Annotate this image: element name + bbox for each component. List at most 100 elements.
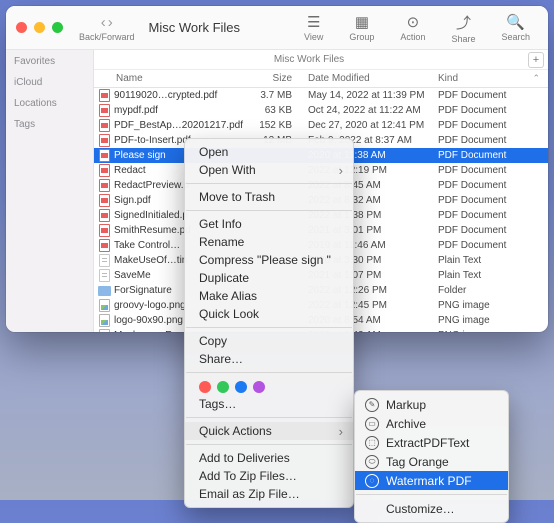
minimize-icon[interactable] <box>34 22 45 33</box>
group-button[interactable]: ▦ Group <box>341 13 382 42</box>
gear-icon: ⊙ <box>407 13 420 31</box>
file-kind: PDF Document <box>432 180 548 191</box>
col-name[interactable]: Name <box>94 73 248 84</box>
file-kind: PNG image <box>432 300 548 311</box>
menu-copy[interactable]: Copy <box>185 332 353 350</box>
file-kind: PDF Document <box>432 150 548 161</box>
context-menu: Open Open With Move to Trash Get Info Re… <box>184 138 354 508</box>
menu-quick-actions[interactable]: Quick Actions <box>185 422 353 440</box>
file-icon <box>94 149 114 162</box>
col-date[interactable]: Date Modified <box>300 73 432 84</box>
tag-blue-icon[interactable] <box>235 381 247 393</box>
qa-watermark[interactable]: ◌ Watermark PDF <box>355 471 508 490</box>
tag-red-icon[interactable] <box>199 381 211 393</box>
file-kind: Plain Text <box>432 270 548 281</box>
menu-get-info[interactable]: Get Info <box>185 215 353 233</box>
file-size: 152 KB <box>248 120 300 131</box>
sidebar-heading-favorites[interactable]: Favorites <box>14 56 85 67</box>
tag-green-icon[interactable] <box>217 381 229 393</box>
sidebar: Favorites iCloud Locations Tags <box>6 50 94 332</box>
file-icon <box>94 314 114 327</box>
file-kind: PNG image <box>432 330 548 332</box>
file-kind: PNG image <box>432 315 548 326</box>
traffic-lights <box>16 22 69 33</box>
file-icon <box>94 269 114 282</box>
view-button[interactable]: ☰ View <box>296 13 331 42</box>
file-name: 90119020…crypted.pdf <box>114 90 248 101</box>
menu-make-alias[interactable]: Make Alias <box>185 287 353 305</box>
file-icon <box>94 104 114 117</box>
menu-compress[interactable]: Compress "Please sign " <box>185 251 353 269</box>
zoom-icon[interactable] <box>52 22 63 33</box>
menu-open-with[interactable]: Open With <box>185 161 353 179</box>
table-row[interactable]: 90119020…crypted.pdf3.7 MBMay 14, 2022 a… <box>94 88 548 103</box>
menu-add-deliveries[interactable]: Add to Deliveries <box>185 449 353 467</box>
file-kind: PDF Document <box>432 210 548 221</box>
column-headers: Name Size Date Modified Kind ⌃ <box>94 70 548 88</box>
menu-rename[interactable]: Rename <box>185 233 353 251</box>
col-size[interactable]: Size <box>248 73 300 84</box>
file-kind: Folder <box>432 285 548 296</box>
watermark-icon: ◌ <box>365 474 379 488</box>
menu-share[interactable]: Share… <box>185 350 353 368</box>
titlebar: ‹ › Back/Forward Misc Work Files ☰ View … <box>6 6 548 50</box>
file-kind: PDF Document <box>432 120 548 131</box>
menu-quick-look[interactable]: Quick Look <box>185 305 353 323</box>
tab-title[interactable]: Misc Work Files <box>94 54 524 65</box>
tag-purple-icon[interactable] <box>253 381 265 393</box>
file-icon <box>94 164 114 177</box>
qa-tag-orange[interactable]: ⬭ Tag Orange <box>355 452 508 471</box>
window-title: Misc Work Files <box>145 20 246 35</box>
qa-extract[interactable]: ⬚ ExtractPDFText <box>355 433 508 452</box>
file-icon <box>94 286 114 296</box>
share-button[interactable]: ⤴ Share <box>443 12 483 44</box>
new-tab-button[interactable]: + <box>528 52 544 68</box>
menu-tag-colors[interactable] <box>185 377 353 395</box>
menu-move-to-trash[interactable]: Move to Trash <box>185 188 353 206</box>
close-icon[interactable] <box>16 22 27 33</box>
table-row[interactable]: mypdf.pdf63 KBOct 24, 2022 at 11:22 AMPD… <box>94 103 548 118</box>
file-icon <box>94 89 114 102</box>
file-kind: Plain Text <box>432 255 548 266</box>
file-date: May 14, 2022 at 11:39 PM <box>300 90 432 101</box>
back-forward-group: ‹ › Back/Forward <box>79 14 135 42</box>
sidebar-heading-icloud[interactable]: iCloud <box>14 77 85 88</box>
menu-duplicate[interactable]: Duplicate <box>185 269 353 287</box>
search-button[interactable]: 🔍 Search <box>493 13 538 42</box>
archive-icon: ▭ <box>365 417 379 431</box>
file-kind: PDF Document <box>432 90 548 101</box>
sidebar-heading-locations[interactable]: Locations <box>14 98 85 109</box>
menu-open[interactable]: Open <box>185 143 353 161</box>
file-date: Oct 24, 2022 at 11:22 AM <box>300 105 432 116</box>
menu-tags[interactable]: Tags… <box>185 395 353 413</box>
file-date: Dec 27, 2020 at 12:41 PM <box>300 120 432 131</box>
tab-bar: Misc Work Files + <box>94 50 548 70</box>
col-kind[interactable]: Kind ⌃ <box>432 73 548 84</box>
table-row[interactable]: PDF_BestAp…20201217.pdf152 KBDec 27, 202… <box>94 118 548 133</box>
markup-icon: ✎ <box>365 398 379 412</box>
file-name: PDF_BestAp…20201217.pdf <box>114 120 248 131</box>
sidebar-heading-tags[interactable]: Tags <box>14 119 85 130</box>
tag-icon: ⬭ <box>365 455 379 469</box>
menu-add-zip[interactable]: Add To Zip Files… <box>185 467 353 485</box>
qa-archive[interactable]: ▭ Archive <box>355 414 508 433</box>
file-icon <box>94 299 114 312</box>
quick-actions-submenu: ✎ Markup ▭ Archive ⬚ ExtractPDFText ⬭ Ta… <box>354 390 509 523</box>
action-button[interactable]: ⊙ Action <box>392 13 433 42</box>
file-kind: PDF Document <box>432 240 548 251</box>
file-icon <box>94 134 114 147</box>
back-button[interactable]: ‹ <box>101 14 106 31</box>
file-icon <box>94 239 114 252</box>
file-icon <box>94 224 114 237</box>
menu-email-zip[interactable]: Email as Zip File… <box>185 485 353 503</box>
file-icon <box>94 254 114 267</box>
qa-markup[interactable]: ✎ Markup <box>355 395 508 414</box>
forward-button[interactable]: › <box>108 14 113 31</box>
file-icon <box>94 329 114 332</box>
file-kind: PDF Document <box>432 105 548 116</box>
file-icon <box>94 119 114 132</box>
file-name: mypdf.pdf <box>114 105 248 116</box>
extract-icon: ⬚ <box>365 436 379 450</box>
sort-chevron-icon: ⌃ <box>532 73 540 84</box>
qa-customize[interactable]: Customize… <box>355 499 508 518</box>
